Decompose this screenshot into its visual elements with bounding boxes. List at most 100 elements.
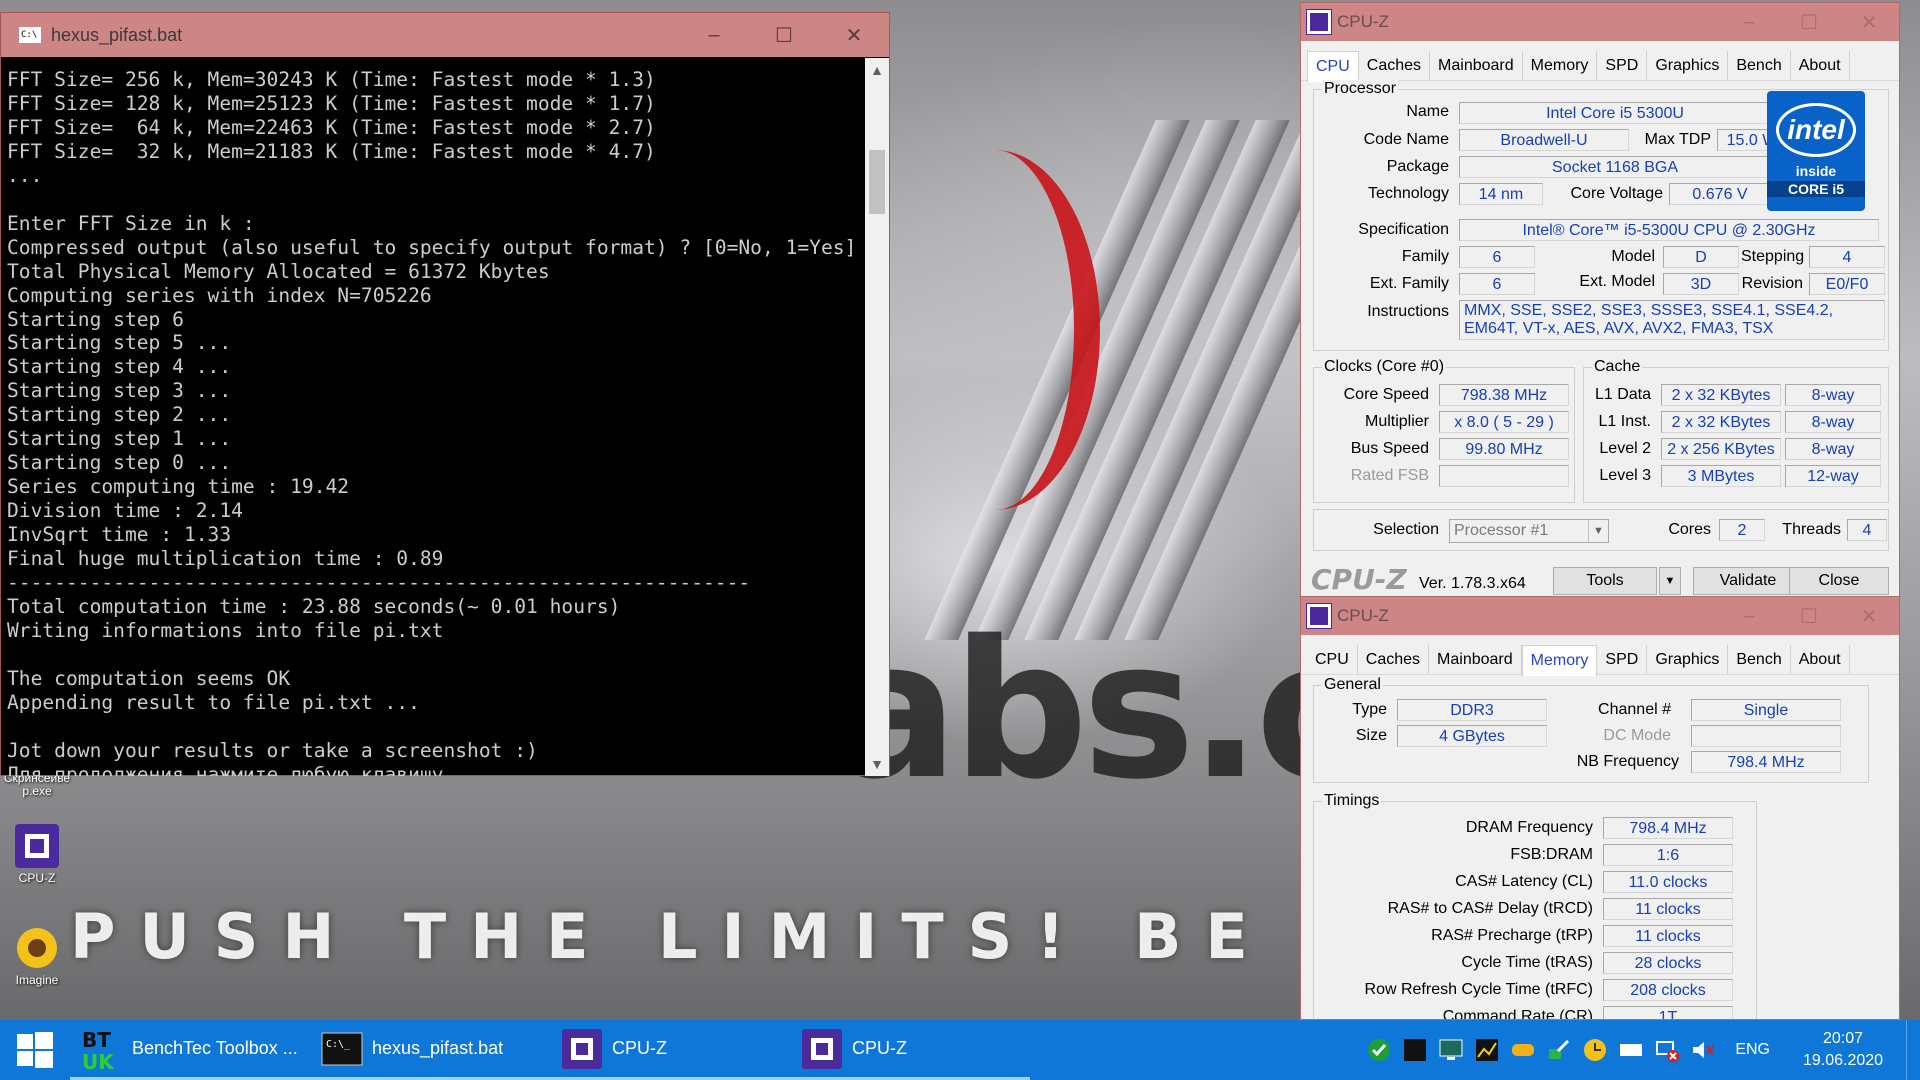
maximize-button[interactable]: ☐ bbox=[749, 13, 819, 57]
cpuz-title: CPU-Z bbox=[1337, 12, 1389, 31]
speaker-muted-icon[interactable] bbox=[1690, 1037, 1716, 1063]
validate-button[interactable]: Validate bbox=[1693, 567, 1803, 595]
minimize-button[interactable]: – bbox=[679, 13, 749, 57]
windows-logo-icon bbox=[17, 1032, 53, 1068]
taskbar-item-label: BenchTec Toolbox ... bbox=[132, 1038, 298, 1058]
start-button[interactable] bbox=[0, 1020, 70, 1080]
tools-button[interactable]: Tools bbox=[1553, 567, 1657, 595]
network-disconnected-icon[interactable] bbox=[1654, 1037, 1680, 1063]
close-dialog-button[interactable]: Close bbox=[1789, 567, 1889, 595]
value-codename: Broadwell-U bbox=[1459, 129, 1629, 151]
desktop-icon-label: CPU-Z bbox=[18, 871, 56, 885]
tab-memory[interactable]: Memory bbox=[1521, 645, 1598, 676]
tab-mainboard[interactable]: Mainboard bbox=[1429, 645, 1522, 675]
tab-spd[interactable]: SPD bbox=[1597, 51, 1648, 81]
minimize-button[interactable]: – bbox=[1719, 597, 1779, 635]
intel-logo-word: intel bbox=[1776, 103, 1856, 157]
black-square-icon[interactable] bbox=[1402, 1037, 1428, 1063]
value-dcmode bbox=[1691, 725, 1841, 747]
tools-dropdown-button[interactable]: ▼ bbox=[1659, 567, 1681, 595]
value-size: 4 GBytes bbox=[1397, 725, 1547, 747]
clock-icon[interactable] bbox=[1582, 1037, 1608, 1063]
scroll-down-arrow-icon[interactable]: ▼ bbox=[865, 756, 889, 772]
timing-label: Row Refresh Cycle Time (tRFC) bbox=[1364, 981, 1593, 998]
tab-spd[interactable]: SPD bbox=[1597, 645, 1648, 675]
taskbar-clock[interactable]: 20:07 19.06.2020 bbox=[1788, 1028, 1898, 1072]
close-button[interactable]: ✕ bbox=[1839, 3, 1899, 41]
tab-cpu[interactable]: CPU bbox=[1307, 645, 1358, 675]
desktop-icon-cpuz[interactable]: CPU-Z bbox=[0, 822, 74, 885]
timing-label: FSB:DRAM bbox=[1510, 846, 1593, 863]
minimize-button[interactable]: – bbox=[1719, 3, 1779, 41]
wallpaper-red-claw bbox=[890, 150, 1100, 510]
close-button[interactable]: ✕ bbox=[1839, 597, 1899, 635]
value-level2-way: 8-way bbox=[1785, 438, 1881, 460]
scrollbar-thumb[interactable] bbox=[869, 150, 885, 214]
tab-mainboard[interactable]: Mainboard bbox=[1430, 51, 1523, 81]
desktop-icon-label: Imagine bbox=[15, 973, 59, 987]
value-busspeed: 99.80 MHz bbox=[1439, 438, 1569, 460]
desktop-icon-imagine[interactable]: Imagine bbox=[0, 924, 74, 987]
label-busspeed: Bus Speed bbox=[1350, 440, 1429, 457]
taskbar-item-cpuz-2[interactable]: CPU-Z bbox=[790, 1020, 1030, 1080]
cpuz-app-icon bbox=[1306, 9, 1332, 35]
maximize-button[interactable]: ☐ bbox=[1779, 3, 1839, 41]
tab-about[interactable]: About bbox=[1791, 51, 1850, 81]
tab-bench[interactable]: Bench bbox=[1728, 645, 1791, 675]
value-revision: E0/F0 bbox=[1809, 273, 1885, 295]
cpuz-window-memory[interactable]: CPU-Z – ☐ ✕ CPU Caches Mainboard Memory … bbox=[1300, 596, 1900, 1020]
checkmark-icon[interactable] bbox=[1366, 1037, 1392, 1063]
tab-about[interactable]: About bbox=[1791, 645, 1850, 675]
tab-caches[interactable]: Caches bbox=[1359, 51, 1431, 81]
show-desktop-button[interactable] bbox=[1906, 1020, 1920, 1080]
chart-icon[interactable] bbox=[1474, 1037, 1500, 1063]
cpuz-window-cpu[interactable]: CPU-Z – ☐ ✕ CPU Caches Mainboard Memory … bbox=[1300, 2, 1900, 600]
timing-label: RAS# to CAS# Delay (tRCD) bbox=[1387, 900, 1593, 917]
console-title: hexus_pifast.bat bbox=[51, 24, 183, 45]
cpuz-titlebar[interactable]: CPU-Z – ☐ ✕ bbox=[1301, 597, 1899, 635]
console-scrollbar[interactable]: ▲ ▼ bbox=[865, 58, 889, 776]
keyboard-icon[interactable] bbox=[1618, 1037, 1644, 1063]
svg-text:BT: BT bbox=[82, 1028, 111, 1052]
value-name: Intel Core i5 5300U bbox=[1459, 102, 1771, 124]
monitor-icon[interactable] bbox=[1438, 1037, 1464, 1063]
cpuz-app-icon bbox=[1306, 603, 1332, 629]
language-indicator[interactable]: ENG bbox=[1735, 1041, 1770, 1059]
tab-memory[interactable]: Memory bbox=[1523, 51, 1598, 81]
console-output[interactable]: FFT Size= 256 k, Mem=30243 K (Time: Fast… bbox=[1, 58, 867, 776]
console-titlebar[interactable]: C:\ hexus_pifast.bat – ☐ ✕ bbox=[1, 13, 889, 57]
tab-graphics[interactable]: Graphics bbox=[1647, 51, 1729, 81]
value-technology: 14 nm bbox=[1459, 183, 1543, 205]
tab-cpu[interactable]: CPU bbox=[1307, 51, 1359, 82]
game-controller-icon[interactable] bbox=[1510, 1037, 1536, 1063]
processor-select[interactable]: Processor #1 ▼ bbox=[1449, 519, 1609, 543]
taskbar-item-cpuz-1[interactable]: CPU-Z bbox=[550, 1020, 790, 1080]
label-maxtdp: Max TDP bbox=[1644, 131, 1711, 148]
svg-text:C:\_: C:\_ bbox=[326, 1039, 351, 1050]
processor-select-value: Processor #1 bbox=[1454, 522, 1549, 539]
cpuz-titlebar[interactable]: CPU-Z – ☐ ✕ bbox=[1301, 3, 1899, 41]
group-title: Cache bbox=[1592, 358, 1643, 376]
console-window[interactable]: C:\ hexus_pifast.bat – ☐ ✕ FFT Size= 256… bbox=[0, 12, 890, 776]
value-corevoltage: 0.676 V bbox=[1669, 183, 1771, 205]
timing-label: Cycle Time (tRAS) bbox=[1461, 954, 1593, 971]
group-title: Timings bbox=[1322, 792, 1382, 810]
value-l1data-way: 8-way bbox=[1785, 384, 1881, 406]
pen-icon[interactable] bbox=[1546, 1037, 1572, 1063]
taskbar-item-benchtec[interactable]: BT UK BenchTec Toolbox ... bbox=[70, 1020, 310, 1080]
label-family: Family bbox=[1401, 248, 1449, 265]
svg-text:UK: UK bbox=[82, 1050, 115, 1071]
maximize-button[interactable]: ☐ bbox=[1779, 597, 1839, 635]
value-model: D bbox=[1663, 246, 1739, 268]
timing-value: 11 clocks bbox=[1603, 925, 1733, 947]
scroll-up-arrow-icon[interactable]: ▲ bbox=[865, 62, 889, 78]
tab-graphics[interactable]: Graphics bbox=[1647, 645, 1729, 675]
label-extmodel: Ext. Model bbox=[1579, 273, 1655, 290]
timing-value: 11 clocks bbox=[1603, 898, 1733, 920]
clock-date: 19.06.2020 bbox=[1802, 1052, 1884, 1069]
taskbar-item-console[interactable]: C:\_ hexus_pifast.bat bbox=[310, 1020, 550, 1080]
cpuz-footer-logo: CPU-Z bbox=[1311, 563, 1407, 596]
tab-caches[interactable]: Caches bbox=[1358, 645, 1430, 675]
tab-bench[interactable]: Bench bbox=[1728, 51, 1791, 81]
close-button[interactable]: ✕ bbox=[819, 13, 889, 57]
